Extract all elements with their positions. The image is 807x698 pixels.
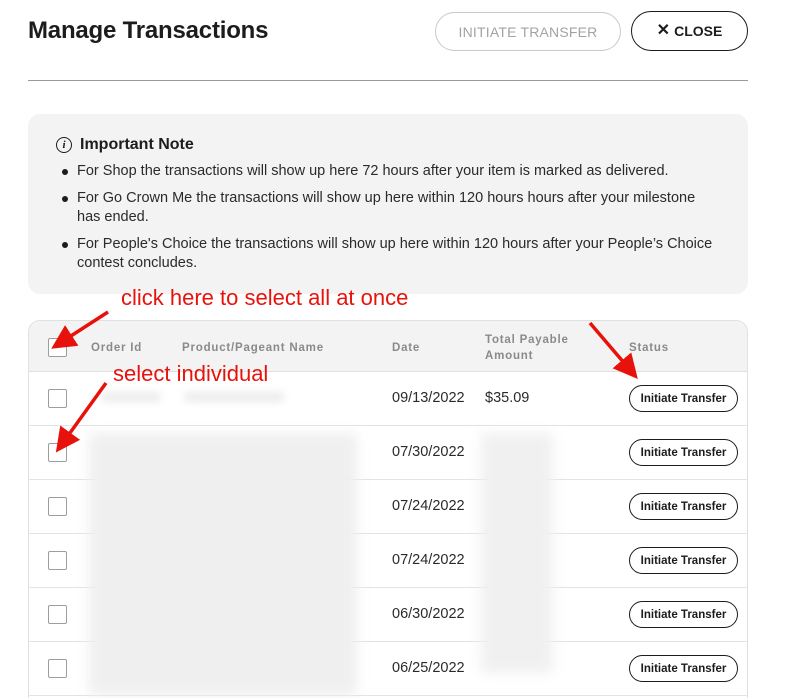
important-note-panel: i Important Note For Shop the transactio… xyxy=(28,114,748,294)
column-order-id: Order Id xyxy=(91,342,143,354)
close-icon: ✕ xyxy=(656,22,671,39)
row-date: 09/13/2022 xyxy=(392,390,465,406)
close-label: CLOSE xyxy=(674,23,723,39)
row-date: 07/24/2022 xyxy=(392,498,465,514)
close-button[interactable]: ✕ CLOSE xyxy=(631,11,748,51)
row-initiate-transfer-button[interactable]: Initiate Transfer xyxy=(629,547,738,574)
row-checkbox[interactable] xyxy=(48,659,67,678)
row-initiate-transfer-button[interactable]: Initiate Transfer xyxy=(629,385,738,412)
initiate-transfer-button[interactable]: INITIATE TRANSFER xyxy=(435,12,621,51)
row-checkbox[interactable] xyxy=(48,497,67,516)
page-title: Manage Transactions xyxy=(28,17,269,44)
column-product: Product/Pageant Name xyxy=(182,342,324,354)
row-amount: $35.09 xyxy=(485,390,530,406)
note-item: For Go Crown Me the transactions will sh… xyxy=(62,189,722,227)
divider xyxy=(28,80,748,81)
row-checkbox[interactable] xyxy=(48,389,67,408)
row-checkbox[interactable] xyxy=(48,605,67,624)
annotation-select-all: click here to select all at once xyxy=(121,285,409,310)
row-initiate-transfer-button[interactable]: Initiate Transfer xyxy=(629,439,738,466)
note-item: For People's Choice the transactions wil… xyxy=(62,235,722,273)
select-all-checkbox[interactable] xyxy=(48,338,67,357)
column-amount: Total Payable Amount xyxy=(485,334,569,362)
redacted-order-id xyxy=(101,392,161,402)
row-date: 06/25/2022 xyxy=(392,660,465,676)
row-initiate-transfer-button[interactable]: Initiate Transfer xyxy=(629,601,738,628)
column-status: Status xyxy=(629,342,669,354)
row-initiate-transfer-button[interactable]: Initiate Transfer xyxy=(629,493,738,520)
note-list: For Shop the transactions will show up h… xyxy=(62,162,722,281)
row-date: 06/30/2022 xyxy=(392,606,465,622)
annotation-select-individual: select individual xyxy=(113,361,269,386)
note-header: i Important Note xyxy=(56,136,194,154)
info-icon: i xyxy=(56,137,72,153)
row-date: 07/30/2022 xyxy=(392,444,465,460)
note-item: For Shop the transactions will show up h… xyxy=(62,162,722,181)
redacted-amounts-block xyxy=(481,433,553,673)
redacted-names-block xyxy=(89,433,357,695)
row-initiate-transfer-button[interactable]: Initiate Transfer xyxy=(629,655,738,682)
row-checkbox[interactable] xyxy=(48,443,67,462)
note-title: Important Note xyxy=(80,136,194,153)
column-date: Date xyxy=(392,342,421,354)
row-date: 07/24/2022 xyxy=(392,552,465,568)
redacted-product-name xyxy=(184,392,284,402)
row-checkbox[interactable] xyxy=(48,551,67,570)
